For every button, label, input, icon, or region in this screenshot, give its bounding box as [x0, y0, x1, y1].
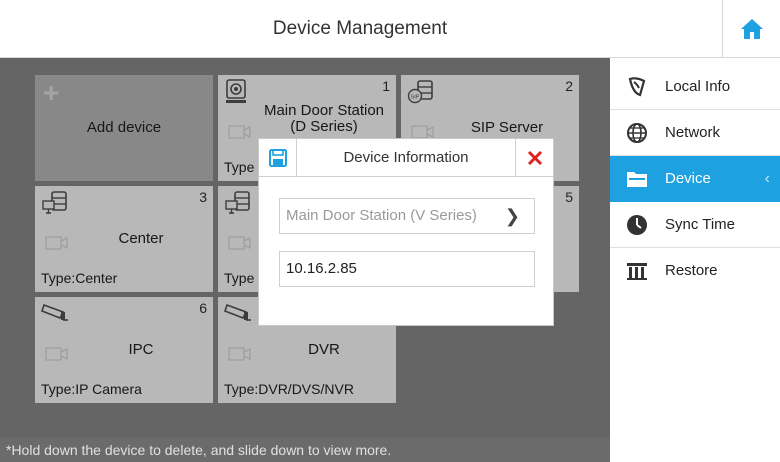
- close-icon: [527, 150, 542, 166]
- save-button[interactable]: [259, 139, 297, 177]
- sidebar-item-label: Local Info: [665, 78, 731, 95]
- sidebar-item-local-info[interactable]: Local Info: [610, 64, 780, 110]
- close-button[interactable]: [515, 139, 553, 177]
- sidebar-item-sync-time[interactable]: Sync Time: [610, 202, 780, 248]
- sidebar-item-device[interactable]: Device ‹: [610, 156, 780, 202]
- chevron-left-icon: ‹: [764, 170, 770, 187]
- sidebar: Local Info Network Device ‹ Sync Time Re…: [610, 58, 780, 462]
- folder-icon: [626, 168, 648, 190]
- home-button[interactable]: [722, 0, 780, 58]
- header-bar: Device Management: [0, 0, 780, 58]
- save-icon: [268, 149, 287, 167]
- sidebar-item-restore[interactable]: Restore: [610, 248, 780, 294]
- device-type-value: Main Door Station (V Series): [286, 207, 477, 224]
- restore-icon: [626, 260, 648, 282]
- dialog-title: Device Information: [343, 149, 469, 166]
- clock-icon: [626, 214, 648, 236]
- home-icon: [740, 19, 763, 39]
- dialog-header: Device Information: [259, 139, 553, 177]
- sidebar-item-label: Network: [665, 124, 721, 141]
- chevron-right-icon: ❯: [504, 206, 520, 226]
- local-info-icon: [626, 76, 648, 98]
- device-information-dialog: Device Information Main Door Station (V …: [258, 138, 554, 326]
- device-type-select[interactable]: Main Door Station (V Series) ❯: [279, 198, 535, 234]
- page-title: Device Management: [272, 18, 448, 39]
- sidebar-item-label: Device: [665, 170, 711, 187]
- ip-address-field[interactable]: 10.16.2.85: [279, 251, 535, 287]
- globe-icon: [626, 122, 648, 144]
- sidebar-item-label: Sync Time: [665, 216, 736, 233]
- sidebar-item-label: Restore: [665, 262, 718, 279]
- hint-text: *Hold down the device to delete, and sli…: [0, 438, 610, 462]
- sidebar-item-network[interactable]: Network: [610, 110, 780, 156]
